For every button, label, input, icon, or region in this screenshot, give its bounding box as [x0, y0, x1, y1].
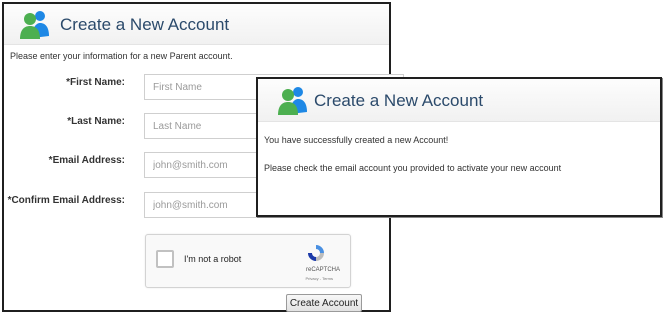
confirm-email-label: *Confirm Email Address: — [7, 195, 125, 206]
form-intro: Please enter your information for a new … — [10, 51, 233, 61]
success-header: Create a New Account — [258, 79, 660, 122]
success-message: You have successfully created a new Acco… — [264, 135, 449, 145]
users-icon — [20, 11, 49, 39]
recaptcha-icon — [308, 245, 324, 261]
success-dialog: Create a New Account You have successful… — [256, 77, 662, 217]
users-icon — [278, 87, 307, 115]
create-account-button[interactable]: Create Account — [286, 294, 362, 312]
recaptcha-brand: reCAPTCHA — [305, 267, 340, 273]
last-name-label: *Last Name: — [67, 116, 125, 127]
success-title: Create a New Account — [314, 91, 484, 110]
recaptcha-links[interactable]: Privacy - Terms — [306, 276, 333, 281]
recaptcha-label: I'm not a robot — [184, 254, 242, 264]
form-header: Create a New Account — [4, 4, 389, 45]
activation-message: Please check the email account you provi… — [264, 163, 562, 173]
first-name-label: *First Name: — [66, 77, 125, 88]
form-title: Create a New Account — [60, 15, 230, 34]
email-label: *Email Address: — [48, 155, 125, 166]
recaptcha-widget: I'm not a robot reCAPTCHA Privacy - Term… — [145, 234, 351, 288]
recaptcha-checkbox[interactable] — [156, 250, 174, 268]
